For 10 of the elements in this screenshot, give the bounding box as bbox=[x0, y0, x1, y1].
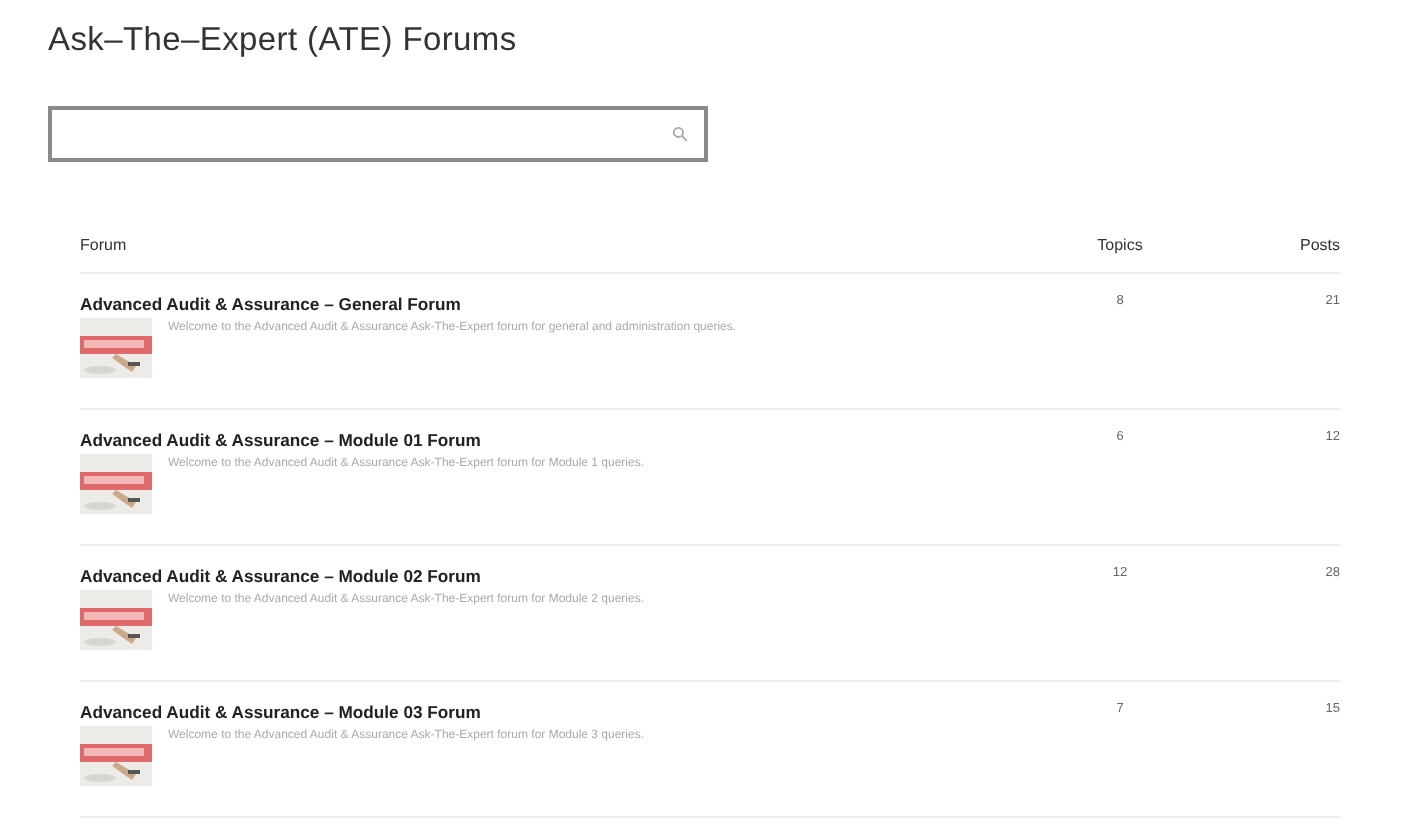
column-header: Forum bbox=[80, 235, 127, 253]
page-title: Ask–The–Expert (ATE) Forums bbox=[48, 20, 519, 60]
column-header: Posts bbox=[1299, 235, 1340, 253]
forum-title[interactable]: Advanced Audit & Assurance – General Forum bbox=[80, 294, 461, 314]
forum-title[interactable]: Advanced Audit & Assurance – Module 01 Forum bbox=[80, 430, 481, 450]
search-icon bbox=[672, 126, 688, 142]
forum-title[interactable]: Advanced Audit & Assurance – Module 03 Forum bbox=[80, 702, 481, 722]
forum-title[interactable]: Advanced Audit & Assurance – Module 02 Forum bbox=[80, 566, 481, 586]
search-field[interactable] bbox=[48, 106, 708, 162]
column-header: Topics bbox=[1097, 235, 1143, 253]
